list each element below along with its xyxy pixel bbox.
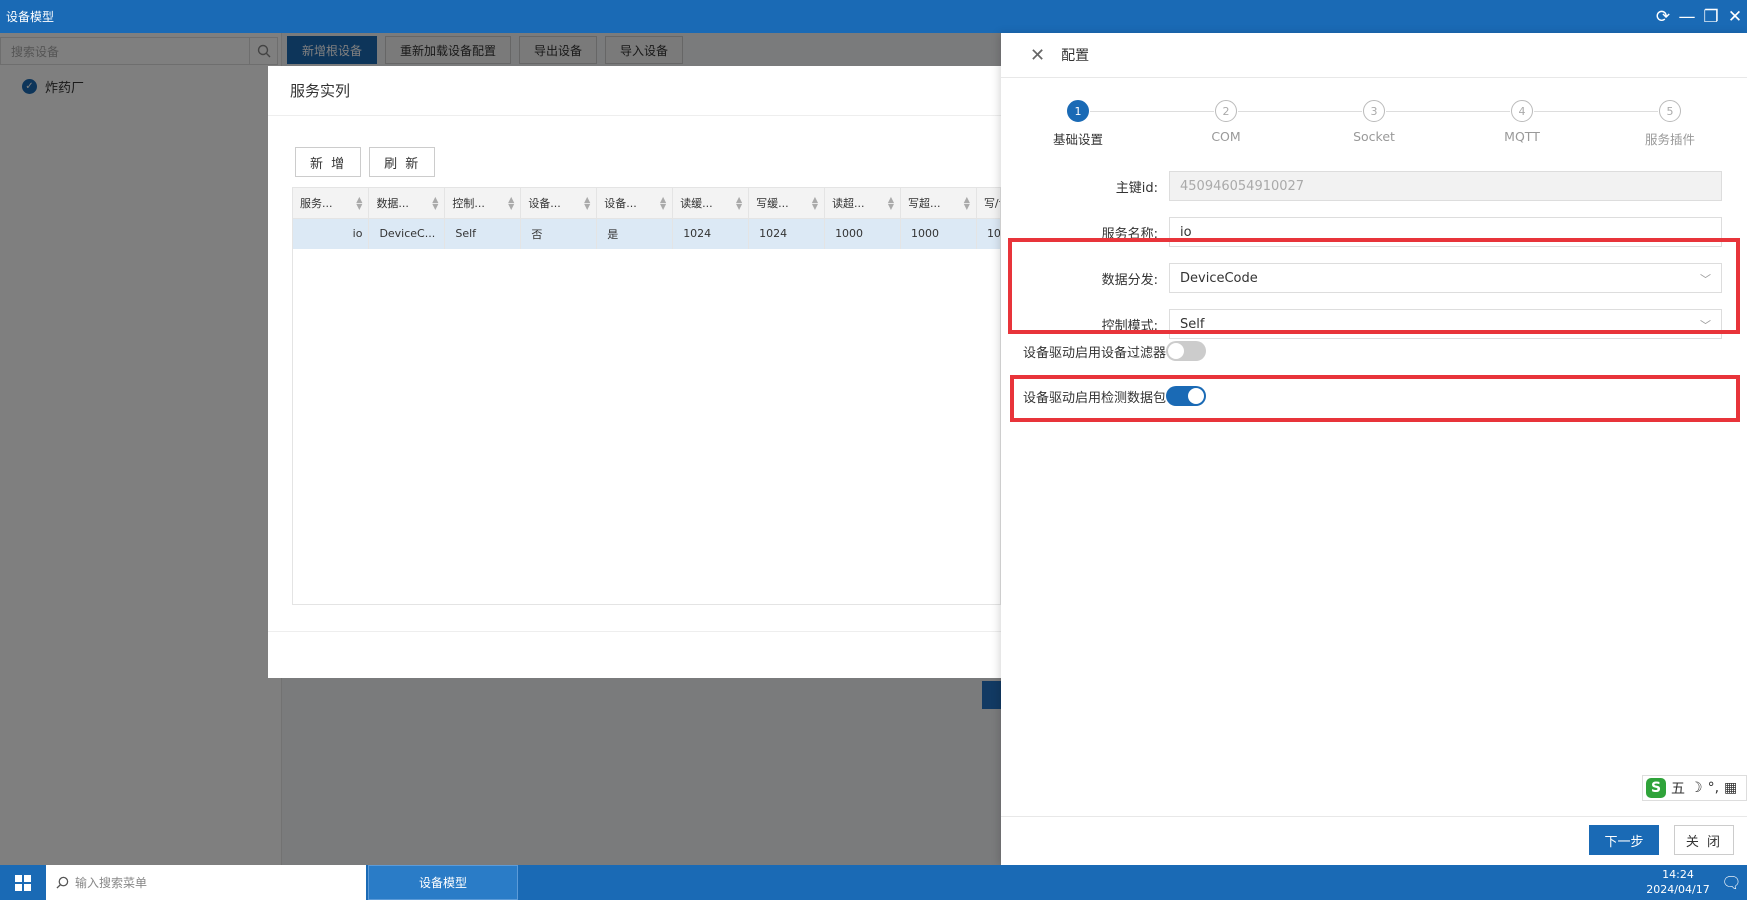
next-step-button[interactable]: 下一步 <box>1589 825 1659 855</box>
column-header[interactable]: 设备... ▲ ▼ <box>596 188 674 219</box>
notification-icon[interactable]: 🗨 <box>1716 865 1747 900</box>
key-id-label: 主键id: <box>1115 180 1158 196</box>
table-cell: Self <box>444 218 522 249</box>
table-cell: DeviceC... <box>368 218 446 249</box>
close-drawer-icon[interactable]: ✕ <box>1030 45 1045 66</box>
window-title: 设备模型 <box>6 10 55 24</box>
moon-icon[interactable]: ☽ <box>1690 780 1703 796</box>
table-cell: 是 <box>596 218 674 249</box>
step-basic[interactable]: 1 基础设置 <box>1018 100 1138 148</box>
device-filter-label: 设备驱动启用设备过滤器 <box>1023 345 1167 361</box>
refresh-service-button[interactable]: 刷 新 <box>369 147 436 177</box>
sort-icon: ▲ ▼ <box>356 195 363 211</box>
device-filter-row: 设备驱动启用设备过滤器 <box>1023 341 1207 361</box>
ime-logo: S <box>1646 778 1666 798</box>
steps-bar: 1 基础设置 2 COM 3 Socket 4 MQTT 5 服务插件 <box>1001 100 1747 160</box>
config-drawer: ✕ 配置 1 基础设置 2 COM 3 Socket 4 MQTT 5 服务插件… <box>1001 33 1747 865</box>
dialog-divider <box>268 631 1001 632</box>
restore-icon[interactable]: ❐ <box>1699 5 1723 29</box>
column-header[interactable]: 写/读 <box>976 188 1000 219</box>
clock-date: 2024/04/17 <box>1646 883 1710 896</box>
close-window-icon[interactable]: ✕ <box>1723 5 1747 29</box>
dialog-title: 服务实列 <box>268 66 1001 116</box>
taskbar-search-input[interactable]: 输入搜索菜单 <box>75 874 147 891</box>
sort-icon: ▲ ▼ <box>887 195 894 211</box>
windows-start-icon[interactable] <box>0 865 46 900</box>
table-cell: 1024 <box>672 218 750 249</box>
clock-time: 14:24 <box>1662 868 1694 881</box>
table-cell: 1000 <box>976 218 1000 249</box>
sort-icon: ▲ ▼ <box>963 195 970 211</box>
sort-icon: ▲ ▼ <box>660 195 667 211</box>
drawer-divider <box>1001 816 1747 817</box>
taskbar-search[interactable]: 输入搜索菜单 <box>46 865 366 900</box>
minimize-icon[interactable]: — <box>1675 5 1699 29</box>
punctuation-icon[interactable]: °, <box>1708 780 1719 796</box>
service-instance-dialog: 服务实列 新 增 刷 新 服务... ▲ ▼ 数据... ▲ ▼ 控制... ▲ ▼ 设备.… <box>268 66 1001 678</box>
add-service-button[interactable]: 新 增 <box>295 147 362 177</box>
table-cell: 1000 <box>900 218 977 249</box>
column-header[interactable]: 数据... ▲ ▼ <box>368 188 446 219</box>
table-row[interactable]: io DeviceC... Self 否 是 1024 1024 1000 10… <box>293 218 1000 249</box>
table-cell: 1024 <box>748 218 826 249</box>
table-cell: io <box>293 218 370 249</box>
highlight-box <box>1008 238 1740 334</box>
step-mqtt[interactable]: 4 MQTT <box>1462 100 1582 144</box>
taskbar-app-item[interactable]: 设备模型 <box>368 865 518 900</box>
taskbar-clock[interactable]: 14:24 2024/04/17 <box>1640 867 1716 897</box>
taskbar: 输入搜索菜单 设备模型 14:24 2024/04/17 🗨 <box>0 865 1747 900</box>
step-socket[interactable]: 3 Socket <box>1314 100 1434 144</box>
drawer-title: 配置 <box>1061 48 1090 64</box>
table-header-row: 服务... ▲ ▼ 数据... ▲ ▼ 控制... ▲ ▼ 设备... ▲ ▼ 设备... ▲ ▼ … <box>293 188 1000 219</box>
hidden-button-edge <box>982 681 1001 709</box>
sort-icon: ▲ ▼ <box>735 195 743 211</box>
column-header[interactable]: 读缓... ▲ ▼ <box>672 188 750 219</box>
column-header[interactable]: 写超... ▲ ▼ <box>900 188 977 219</box>
sort-icon: ▲ ▼ <box>432 195 439 211</box>
search-icon <box>56 876 69 889</box>
step-plugin[interactable]: 5 服务插件 <box>1610 100 1730 148</box>
key-id-row: 主键id: 450946054910027 <box>1001 171 1747 201</box>
key-id-field: 450946054910027 <box>1169 171 1722 201</box>
table-cell: 否 <box>520 218 598 249</box>
title-bar: 设备模型 ⟳ — ❐ ✕ <box>0 0 1747 33</box>
column-header[interactable]: 设备... ▲ ▼ <box>520 188 598 219</box>
keyboard-icon[interactable]: ▦ <box>1724 780 1737 796</box>
column-header[interactable]: 服务... ▲ ▼ <box>293 188 370 219</box>
column-header[interactable]: 写缓... ▲ ▼ <box>748 188 826 219</box>
highlight-box <box>1010 375 1740 422</box>
column-header[interactable]: 读超... ▲ ▼ <box>824 188 901 219</box>
device-filter-toggle[interactable] <box>1166 341 1207 361</box>
service-table: 服务... ▲ ▼ 数据... ▲ ▼ 控制... ▲ ▼ 设备... ▲ ▼ 设备... ▲ ▼ … <box>292 187 1001 605</box>
table-cell: 1000 <box>824 218 901 249</box>
sort-icon: ▲ ▼ <box>584 195 591 211</box>
ime-toolbar[interactable]: S 五 ☽ °, ▦ <box>1642 775 1747 801</box>
step-com[interactable]: 2 COM <box>1166 100 1286 144</box>
refresh-icon[interactable]: ⟳ <box>1651 5 1675 29</box>
sort-icon: ▲ ▼ <box>811 195 819 211</box>
column-header[interactable]: 控制... ▲ ▼ <box>444 188 522 219</box>
sort-icon: ▲ ▼ <box>508 195 515 211</box>
ime-mode[interactable]: 五 <box>1671 778 1685 798</box>
close-button[interactable]: 关 闭 <box>1674 825 1734 855</box>
